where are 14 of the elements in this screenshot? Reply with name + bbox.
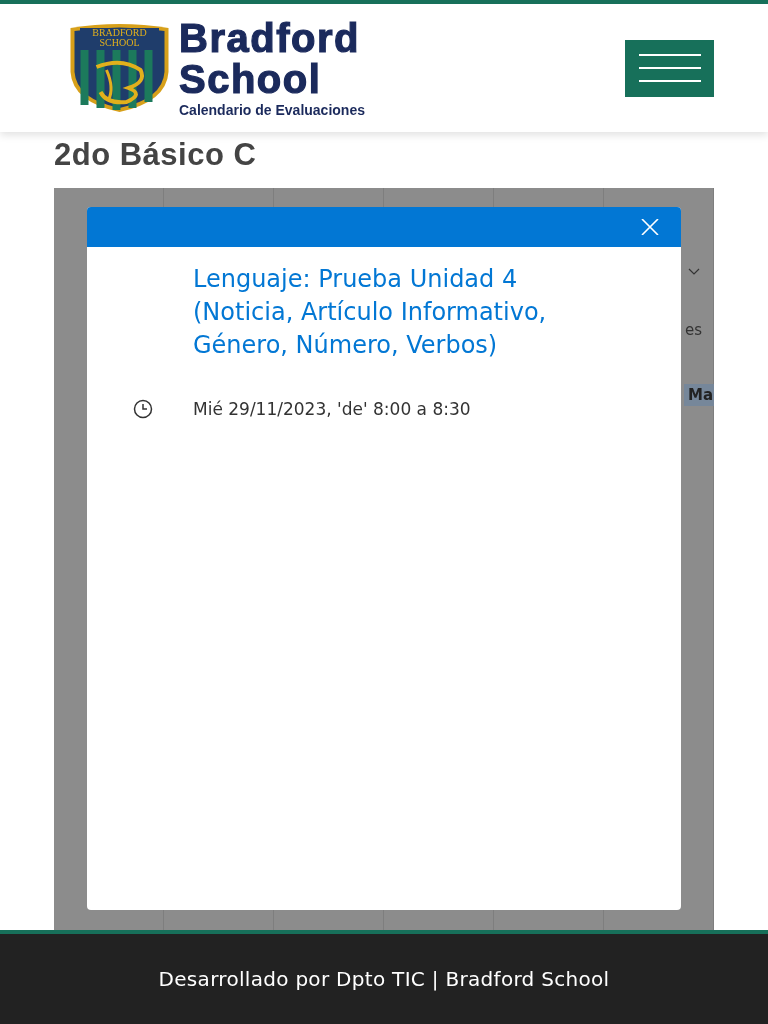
menu-icon [638,54,701,82]
calendar-event[interactable]: Ma [684,384,714,406]
footer-text: Desarrollado por Dpto TIC | Bradford School [158,967,610,991]
menu-button[interactable] [625,39,714,97]
close-button[interactable] [639,219,661,235]
event-title: Lenguaje: Prueba Unidad 4 (Noticia, Artículo Informativo, Género, Número, Verbos) [193,264,548,361]
logo-title: Bradford [179,18,361,59]
shield-text: BRADFORD SCHOOL [80,28,159,48]
event-time: Mié 29/11/2023, 'de' 8:00 a 8:30 [193,399,471,419]
logo-title: School [179,59,323,100]
chevron-down-icon[interactable] [688,268,700,275]
page-title: 2do Básico C [54,136,258,174]
calendar-label: es [685,321,703,339]
logo-subtitle: Calendario de Evaluaciones [179,102,365,118]
